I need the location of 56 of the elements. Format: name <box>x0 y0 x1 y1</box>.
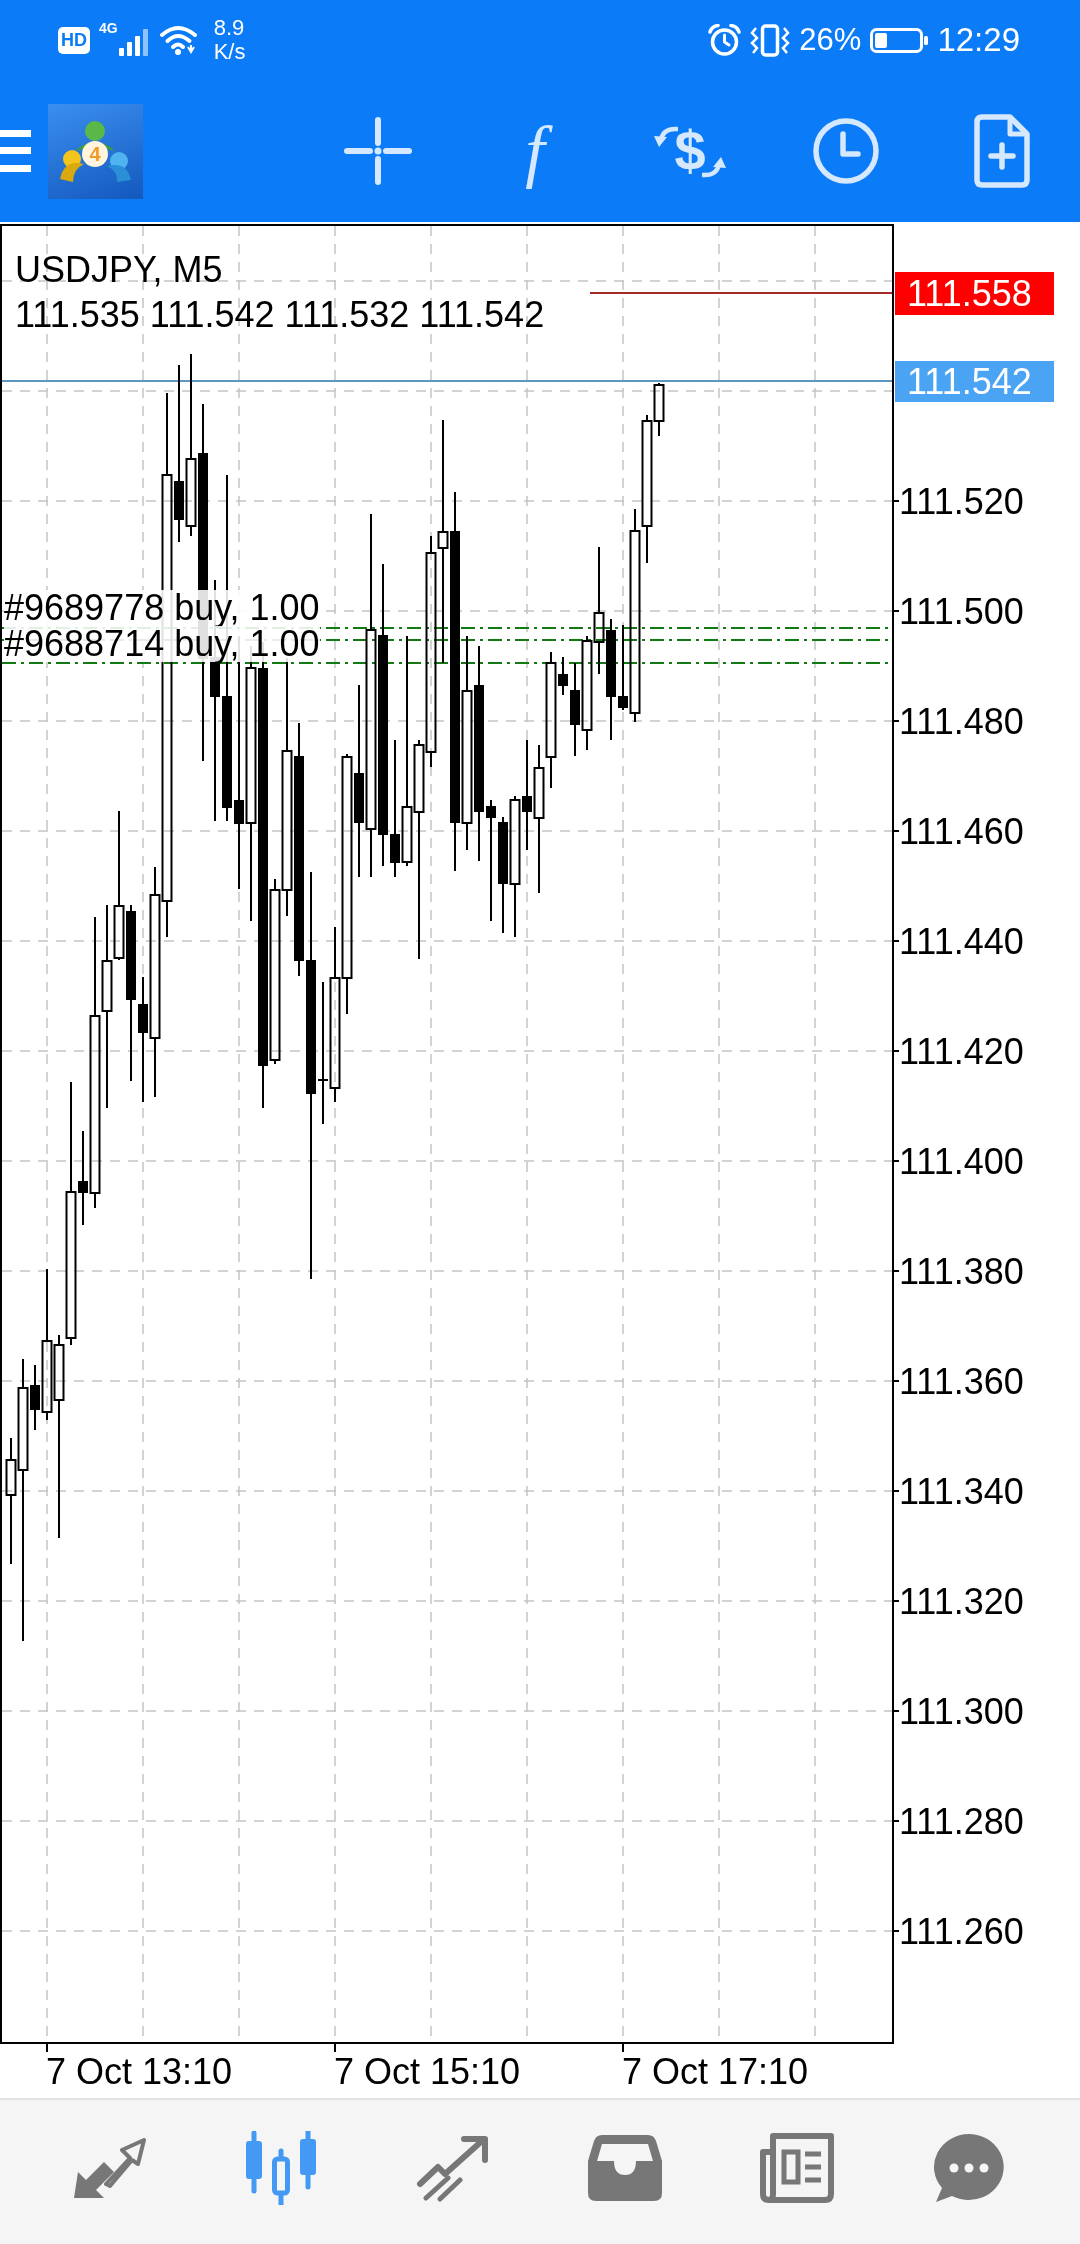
ohlc-values: 111.535 111.542 111.532 111.542 <box>15 294 545 335</box>
price-label: 111.440 <box>899 920 1024 962</box>
chat-icon <box>932 2132 1006 2204</box>
price-label: 111.460 <box>899 810 1024 852</box>
bid-price-tag: 111.542 <box>895 361 1054 402</box>
network-type-label: 4G <box>99 20 118 36</box>
price-label: 111.380 <box>899 1250 1024 1292</box>
newspaper-icon <box>759 2132 835 2204</box>
price-label: 111.320 <box>899 1580 1024 1622</box>
nav-tab[interactable] <box>588 2135 662 2201</box>
version-badge: 4 <box>82 140 108 167</box>
status-time: 12:29 <box>937 21 1020 59</box>
menu-button[interactable] <box>0 130 31 172</box>
crosshair-button[interactable] <box>344 117 412 185</box>
crosshair-icon <box>344 117 412 185</box>
app-logo[interactable]: 4 <box>48 103 143 199</box>
battery-percent: 26% <box>799 22 862 58</box>
clock-icon <box>812 117 880 185</box>
order-label: #9688714 buy, 1.00 <box>4 626 320 662</box>
nav-tab[interactable] <box>932 2132 1006 2204</box>
price-label: 111.500 <box>899 590 1024 632</box>
order-label: #9689778 buy, 1.00 <box>4 590 320 626</box>
ask-price-tag: 111.558 <box>895 272 1054 315</box>
symbol-label: USDJPY, M5 <box>15 249 223 290</box>
price-label: 111.300 <box>899 1690 1024 1732</box>
wifi-icon <box>159 25 197 55</box>
new-document-button[interactable] <box>974 114 1030 188</box>
network-speed: 8.9 <box>213 16 246 40</box>
time-label: 7 Oct 15:10 <box>334 2052 521 2092</box>
price-label: 111.260 <box>899 1910 1024 1952</box>
price-label: 111.340 <box>899 1470 1024 1512</box>
price-label: 111.420 <box>899 1030 1024 1072</box>
function-button[interactable]: f <box>507 108 561 194</box>
inbox-icon <box>588 2135 662 2201</box>
vibrate-icon <box>750 23 791 57</box>
price-label: 111.480 <box>899 700 1024 742</box>
nav-tab[interactable] <box>416 2134 490 2202</box>
price-label: 111.280 <box>899 1800 1024 1842</box>
hd-badge: HD <box>58 26 90 54</box>
document-plus-icon <box>974 114 1030 188</box>
battery-icon <box>870 27 929 53</box>
speed-unit: K/s <box>213 40 246 64</box>
trend-arrow-icon <box>416 2134 490 2202</box>
nav-tab[interactable] <box>759 2132 835 2204</box>
price-label: 111.400 <box>899 1140 1024 1182</box>
time-label: 7 Oct 17:10 <box>622 2052 809 2092</box>
time-label: 7 Oct 13:10 <box>46 2052 233 2092</box>
currency-button[interactable]: $ <box>654 120 726 182</box>
menu-icon <box>0 130 31 172</box>
nav-tab[interactable] <box>72 2136 146 2200</box>
price-label: 111.360 <box>899 1360 1024 1402</box>
clock-button[interactable] <box>812 117 880 185</box>
double-arrow-icon <box>72 2136 146 2200</box>
signal-icon <box>118 28 149 56</box>
alarm-icon <box>708 23 742 57</box>
price-label: 111.520 <box>899 480 1024 522</box>
